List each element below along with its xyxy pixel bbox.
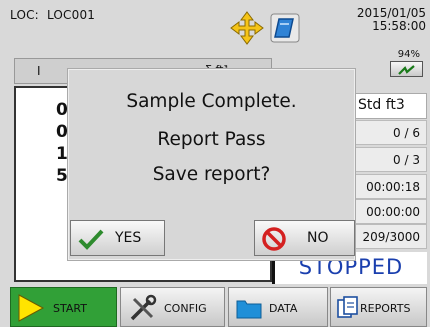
location-display: LOC: LOC001 <box>10 8 103 22</box>
dialog-message-line-2: Report Pass <box>157 129 266 150</box>
tab-data[interactable]: DATA <box>228 287 328 327</box>
tab-data-label: DATA <box>269 302 298 315</box>
bottom-tab-bar: START CONFIG DATA REPORTS <box>0 287 430 327</box>
reports-icon <box>336 295 360 324</box>
dialog-message-line-3: Save report? <box>152 164 271 185</box>
no-button[interactable]: NO <box>254 220 355 256</box>
play-icon <box>17 293 45 326</box>
move-arrows-icon[interactable] <box>229 10 265 46</box>
no-button-label: NO <box>307 230 329 246</box>
power-icon <box>390 61 423 77</box>
save-report-dialog: Sample Complete. Report Pass Save report… <box>67 68 356 261</box>
folder-icon <box>236 296 262 323</box>
tab-config[interactable]: CONFIG <box>120 287 225 327</box>
battery-percent: 94% <box>397 49 420 60</box>
datetime-display: 2015/01/05 15:58:00 <box>357 7 426 33</box>
book-icon[interactable] <box>267 10 303 46</box>
tools-icon <box>128 293 158 326</box>
tab-start[interactable]: START <box>10 287 117 327</box>
tab-config-label: CONFIG <box>164 302 207 315</box>
loc-value: LOC001 <box>46 8 96 22</box>
check-icon <box>77 228 105 254</box>
tab-start-label: START <box>53 302 87 315</box>
time-text: 15:58:00 <box>372 19 426 33</box>
dialog-message-line-1: Sample Complete. <box>126 91 297 112</box>
column-header-1: I <box>37 64 41 78</box>
tab-reports-label: REPORTS <box>360 302 411 315</box>
yes-button-label: YES <box>115 230 142 246</box>
loc-label: LOC: <box>10 8 39 22</box>
yes-button[interactable]: YES <box>70 220 165 256</box>
no-entry-icon <box>261 226 287 256</box>
tab-reports[interactable]: REPORTS <box>330 287 427 327</box>
